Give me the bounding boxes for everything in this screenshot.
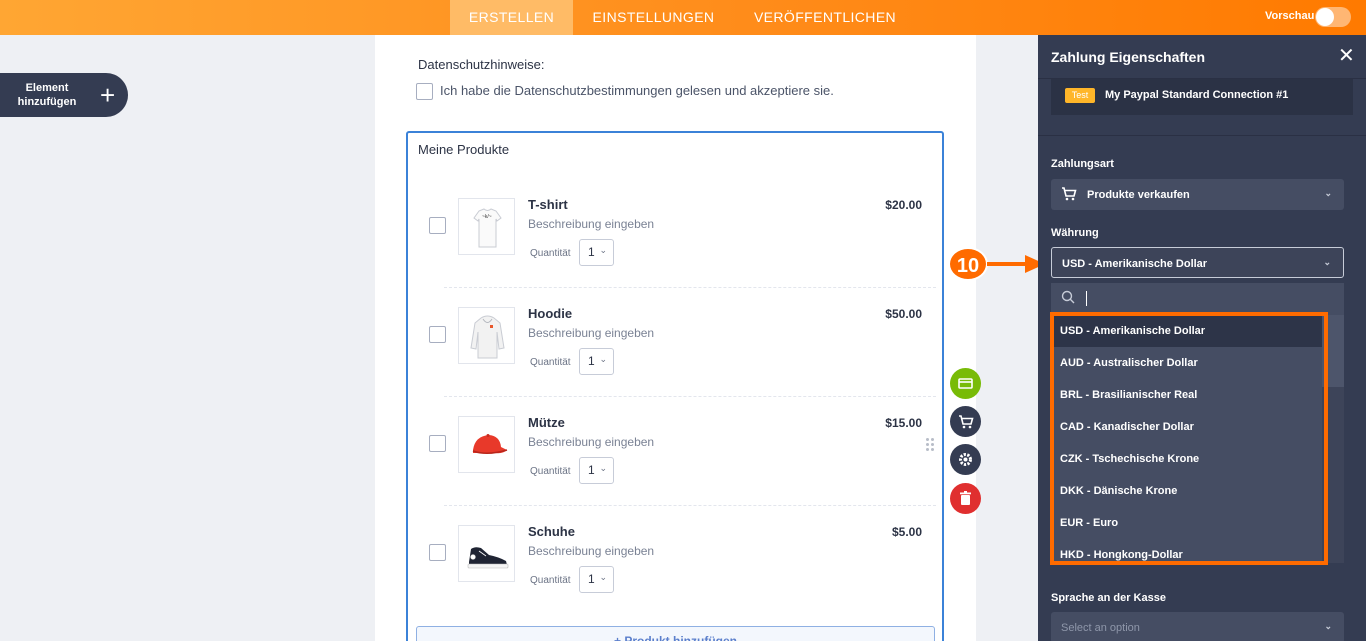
product-list-title: Meine Produkte xyxy=(418,142,510,157)
product-description: Beschreibung eingeben xyxy=(528,326,655,340)
product-name: Hoodie xyxy=(528,306,573,321)
text-caret xyxy=(1086,291,1087,306)
product-checkbox[interactable] xyxy=(429,435,446,452)
quantity-value: 1 xyxy=(588,245,595,259)
cart-icon[interactable] xyxy=(950,406,981,437)
product-price: $50.00 xyxy=(885,307,922,321)
payment-type-label: Zahlungsart xyxy=(1051,158,1114,170)
chevron-down-icon: ⌄ xyxy=(1323,257,1331,267)
product-name: Schuhe xyxy=(528,524,575,539)
preview-toggle[interactable] xyxy=(1315,7,1351,27)
tshirt-icon: ~k/~ xyxy=(458,198,515,255)
quantity-select[interactable]: 1 ⌄ xyxy=(579,566,614,593)
quantity-label: Quantität xyxy=(530,248,571,259)
product-name: Mütze xyxy=(528,415,565,430)
chevron-down-icon: ⌄ xyxy=(1324,188,1332,198)
annotation-highlight-box xyxy=(1050,312,1328,565)
privacy-text: Ich habe die Datenschutzbestimmungen gel… xyxy=(440,83,834,98)
currency-label: Währung xyxy=(1051,227,1099,239)
product-description: Beschreibung eingeben xyxy=(528,435,655,449)
currency-select[interactable]: USD - Amerikanische Dollar ⌄ xyxy=(1051,247,1344,278)
chevron-down-icon: ⌄ xyxy=(1324,621,1332,631)
cart-icon xyxy=(1061,187,1077,204)
product-checkbox[interactable] xyxy=(429,217,446,234)
checkout-language-placeholder: Select an option xyxy=(1061,622,1140,634)
callout-arrow xyxy=(987,262,1027,266)
product-description: Beschreibung eingeben xyxy=(528,217,655,231)
quantity-value: 1 xyxy=(588,463,595,477)
quantity-label: Quantität xyxy=(530,357,571,368)
chevron-down-icon: ⌄ xyxy=(599,463,607,473)
quantity-label: Quantität xyxy=(530,575,571,586)
currency-search-input[interactable] xyxy=(1051,283,1344,315)
product-price: $15.00 xyxy=(885,416,922,430)
product-item: ~k/~ T-shirt Beschreibung eingeben Quant… xyxy=(416,179,936,288)
test-badge: Test xyxy=(1065,88,1095,103)
panel-header: Zahlung Eigenschaften ✕ xyxy=(1038,35,1366,79)
product-checkbox[interactable] xyxy=(429,544,446,561)
quantity-select[interactable]: 1 ⌄ xyxy=(579,348,614,375)
gear-icon[interactable] xyxy=(950,444,981,475)
step-callout-badge: 10 xyxy=(948,247,988,281)
product-price: $5.00 xyxy=(891,525,922,539)
search-icon xyxy=(1061,290,1075,304)
hoodie-icon xyxy=(458,307,515,364)
payment-card-icon[interactable] xyxy=(950,368,981,399)
payment-properties-panel: Zahlung Eigenschaften ✕ Test My Paypal S… xyxy=(1038,35,1366,641)
chevron-down-icon: ⌄ xyxy=(599,245,607,255)
quantity-value: 1 xyxy=(588,572,595,586)
toggle-knob xyxy=(1316,8,1334,26)
chevron-down-icon: ⌄ xyxy=(599,354,607,364)
product-name: T-shirt xyxy=(528,197,568,212)
connection-name: My Paypal Standard Connection #1 xyxy=(1105,89,1289,101)
cap-icon xyxy=(458,416,515,473)
form-sheet: Datenschutzhinweise: Ich habe die Datens… xyxy=(375,35,976,641)
payment-type-select[interactable]: Produkte verkaufen ⌄ xyxy=(1051,179,1344,210)
panel-title: Zahlung Eigenschaften xyxy=(1051,49,1206,65)
top-navigation-bar: ERSTELLEN EINSTELLUNGEN VERÖFFENTLICHEN … xyxy=(0,0,1366,35)
tab-erstellen[interactable]: ERSTELLEN xyxy=(450,0,573,35)
sneaker-icon xyxy=(458,525,515,582)
plus-icon: + xyxy=(100,80,116,110)
tab-veroeffentlichen[interactable]: VERÖFFENTLICHEN xyxy=(742,0,908,35)
trash-icon[interactable] xyxy=(950,483,981,514)
checkout-language-label: Sprache an der Kasse xyxy=(1051,592,1166,604)
drag-handle-icon[interactable] xyxy=(926,438,934,452)
privacy-title: Datenschutzhinweise: xyxy=(418,57,545,72)
product-price: $20.00 xyxy=(885,198,922,212)
product-item: Schuhe Beschreibung eingeben Quantität 1… xyxy=(416,506,936,615)
currency-value: USD - Amerikanische Dollar xyxy=(1062,258,1208,270)
quantity-select[interactable]: 1 ⌄ xyxy=(579,457,614,484)
product-list-field[interactable]: Meine Produkte ~k/~ T-shirt Beschreibung… xyxy=(406,131,944,641)
quantity-label: Quantität xyxy=(530,466,571,477)
quantity-select[interactable]: 1 ⌄ xyxy=(579,239,614,266)
svg-text:~k/~: ~k/~ xyxy=(482,214,492,220)
checkout-language-select[interactable]: Select an option ⌄ xyxy=(1051,612,1344,641)
close-icon[interactable]: ✕ xyxy=(1338,45,1355,67)
tab-einstellungen[interactable]: EINSTELLUNGEN xyxy=(580,0,727,35)
product-item: Mütze Beschreibung eingeben Quantität 1 ⌄… xyxy=(416,397,936,506)
payment-type-value: Produkte verkaufen xyxy=(1087,189,1190,201)
product-description: Beschreibung eingeben xyxy=(528,544,655,558)
payment-connection[interactable]: Test My Paypal Standard Connection #1 xyxy=(1051,79,1353,115)
chevron-down-icon: ⌄ xyxy=(599,572,607,582)
quantity-value: 1 xyxy=(588,354,595,368)
product-item: Hoodie Beschreibung eingeben Quantität 1… xyxy=(416,288,936,397)
product-checkbox[interactable] xyxy=(429,326,446,343)
preview-label: Vorschau xyxy=(1265,10,1315,22)
divider xyxy=(1038,135,1366,136)
privacy-checkbox[interactable] xyxy=(416,83,433,100)
add-element-label: Element hinzufügen xyxy=(17,82,77,108)
add-element-button[interactable]: Element hinzufügen + xyxy=(0,73,128,117)
add-product-button[interactable]: + Produkt hinzufügen xyxy=(416,626,935,641)
